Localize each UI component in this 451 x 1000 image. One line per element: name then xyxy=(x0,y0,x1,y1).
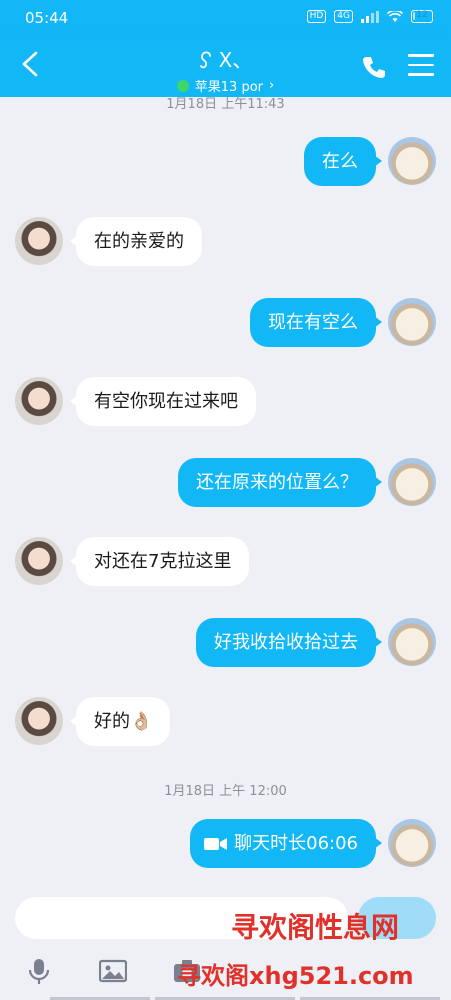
video-icon xyxy=(204,838,228,850)
avatar[interactable] xyxy=(15,537,63,585)
status-bar: 05:44 HD 4G 12 xyxy=(0,0,451,36)
online-status-dot xyxy=(176,79,189,92)
image-icon[interactable] xyxy=(99,957,127,985)
avatar[interactable] xyxy=(15,697,63,745)
status-time: 05:44 xyxy=(25,9,69,27)
message-bubble-received[interactable]: 在的亲爱的 xyxy=(70,217,202,266)
avatar[interactable] xyxy=(388,458,436,506)
watermark-text: 寻欢阁性息网 xyxy=(231,911,400,944)
call-duration: 聊天时长06:06 xyxy=(234,833,358,854)
battery-level: 12 xyxy=(416,10,428,20)
network-badge: 4G xyxy=(334,10,353,23)
chevron-right-icon: › xyxy=(269,78,275,93)
ear-icon xyxy=(199,50,211,68)
hd-badge: HD xyxy=(306,10,327,23)
avatar[interactable] xyxy=(15,377,63,425)
back-icon[interactable] xyxy=(18,50,42,78)
message-bubble-sent[interactable]: 好我收拾收拾过去 xyxy=(196,618,382,667)
timestamp: 1月18日 上午11:43 xyxy=(166,97,285,112)
message-bubble-received[interactable]: 有空你现在过来吧 xyxy=(70,377,256,426)
signal-icon xyxy=(361,10,379,23)
avatar[interactable] xyxy=(388,618,436,666)
video-call-bubble[interactable]: 聊天时长06:06 xyxy=(190,819,382,868)
battery-icon: 12 xyxy=(411,10,433,23)
system-icons: HD 4G 12 xyxy=(306,10,433,23)
watermark-url: 寻欢阁xhg521.com xyxy=(177,962,414,990)
wifi-icon xyxy=(387,10,403,22)
avatar[interactable] xyxy=(388,819,436,867)
chat-header: 05:44 HD 4G 12 X、 苹果13 por › xyxy=(0,0,451,97)
message-bubble-sent[interactable]: 在么 xyxy=(304,137,382,186)
microphone-icon[interactable] xyxy=(25,957,53,985)
message-bubble-sent[interactable]: 现在有空么 xyxy=(250,298,382,347)
avatar[interactable] xyxy=(388,298,436,346)
nav-bar: X、 苹果13 por › xyxy=(0,36,451,97)
timestamp: 1月18日 上午 12:00 xyxy=(164,784,287,799)
phone-icon[interactable] xyxy=(361,54,387,80)
message-bubble-received[interactable]: 好的👌🏼 xyxy=(69,697,171,746)
chat-area[interactable]: 1月18日 上午11:43 在么 在的亲爱的 现在有空么 有空你现在过来吧 还在… xyxy=(0,97,451,887)
message-bubble-received[interactable]: 对还在7克拉这里 xyxy=(69,537,250,586)
message-bubble-sent[interactable]: 还在原来的位置么？ xyxy=(178,458,382,507)
avatar[interactable] xyxy=(388,137,436,185)
menu-icon[interactable] xyxy=(408,54,434,78)
avatar[interactable] xyxy=(15,217,63,265)
contact-title-area[interactable]: X、 苹果13 por › xyxy=(110,44,341,95)
contact-name: X、 xyxy=(218,48,253,72)
contact-name-row: X、 xyxy=(110,44,341,73)
